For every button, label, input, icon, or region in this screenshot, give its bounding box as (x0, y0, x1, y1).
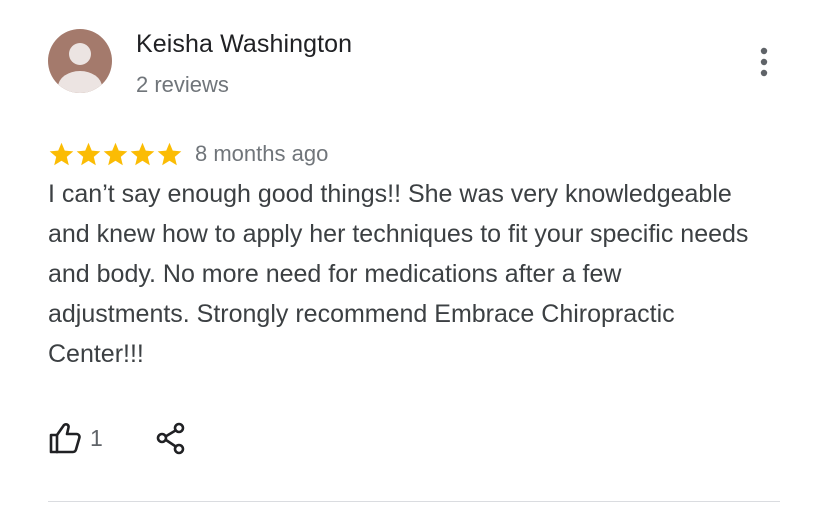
divider (48, 501, 780, 502)
star-icon (130, 142, 155, 165)
like-count: 1 (90, 424, 103, 451)
star-icon (103, 142, 128, 165)
review-date: 8 months ago (195, 141, 329, 166)
more-options-button[interactable] (748, 42, 780, 82)
thumbs-up-icon (49, 423, 81, 454)
star-icon (157, 142, 182, 165)
more-vert-icon (760, 47, 768, 77)
star-icon (49, 142, 74, 165)
rating-row: 8 months ago (48, 138, 328, 170)
share-icon (156, 422, 185, 455)
avatar[interactable] (48, 29, 112, 93)
reviewer-name[interactable]: Keisha Washington (136, 30, 352, 59)
person-icon (58, 43, 102, 93)
review-card: Keisha Washington 2 reviews 8 months ago… (0, 0, 828, 510)
share-button[interactable] (155, 421, 187, 455)
star-icon (76, 142, 101, 165)
review-count: 2 reviews (136, 72, 229, 97)
like-button[interactable]: 1 (48, 421, 103, 455)
review-text: I can’t say enough good things!! She was… (48, 180, 749, 368)
star-rating (48, 138, 183, 170)
review-actions: 1 (48, 418, 187, 458)
